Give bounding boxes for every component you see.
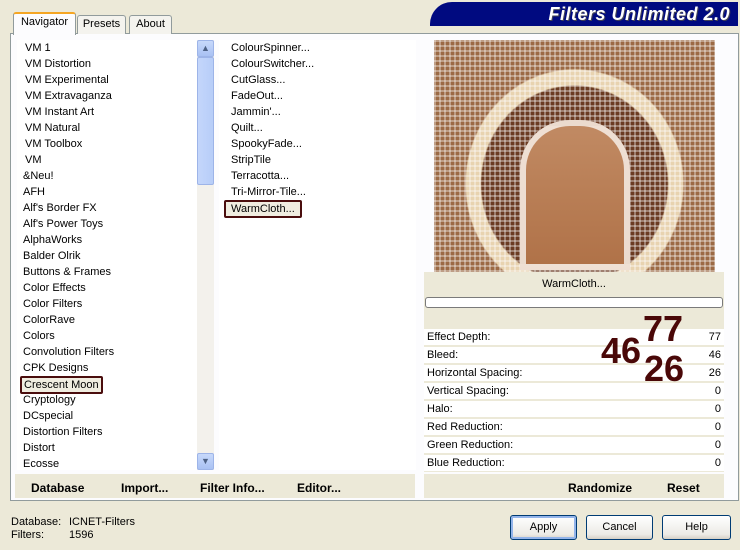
category-item[interactable]: Color Effects <box>23 281 86 295</box>
overlay-value-effect-depth: 77 <box>643 308 684 349</box>
parameter-label: Red Reduction: <box>427 421 503 433</box>
parameter-slider[interactable]: Blue Reduction: 0 <box>424 455 724 472</box>
category-item[interactable]: VM Extravaganza <box>25 89 112 103</box>
filter-item[interactable]: FadeOut... <box>231 89 283 103</box>
category-item[interactable]: Distortion Filters <box>23 425 102 439</box>
category-item[interactable]: DCspecial <box>23 409 73 423</box>
filter-item[interactable]: ColourSwitcher... <box>231 57 314 71</box>
filter-item[interactable]: StripTile <box>231 153 271 167</box>
parameter-label: Green Reduction: <box>427 439 514 451</box>
parameter-label: Blue Reduction: <box>427 457 505 469</box>
filter-list[interactable]: ColourSpinner... ColourSwitcher... CutGlas… <box>219 40 416 470</box>
parameter-slider[interactable]: Red Reduction: 0 <box>424 419 724 436</box>
category-item[interactable]: Cryptology <box>23 393 76 407</box>
category-item[interactable]: CPK Designs <box>23 361 88 375</box>
tab-navigator[interactable]: Navigator <box>13 12 76 35</box>
help-button[interactable]: Help <box>662 515 731 540</box>
category-item[interactable]: Buttons & Frames <box>23 265 111 279</box>
parameter-value: 77 <box>708 331 721 343</box>
parameter-value: 46 <box>708 349 721 361</box>
editor-button[interactable]: Editor... <box>297 481 341 495</box>
parameter-slider[interactable]: Halo: 0 <box>424 401 724 418</box>
filter-item[interactable]: SpookyFade... <box>231 137 302 151</box>
category-item[interactable]: VM Instant Art <box>25 105 94 119</box>
scroll-down-icon[interactable]: ▼ <box>197 453 214 470</box>
category-scrollbar[interactable]: ▲ ▼ <box>197 40 214 470</box>
scroll-up-icon[interactable]: ▲ <box>197 40 214 57</box>
filter-item[interactable]: Jammin'... <box>231 105 281 119</box>
parameter-value: 0 <box>714 421 721 433</box>
category-list[interactable]: VM 1 VM Distortion VM Experimental VM Extra… <box>17 40 197 470</box>
status-database-label: Database: <box>11 516 62 528</box>
tab-about[interactable]: About <box>129 15 172 34</box>
category-item[interactable]: Crescent Moon <box>20 376 103 394</box>
status-database-value: ICNET-Filters <box>69 516 135 528</box>
parameter-label: Bleed: <box>427 349 459 361</box>
category-item[interactable]: AlphaWorks <box>23 233 82 247</box>
overlay-value-horizontal-spacing: 26 <box>644 348 685 389</box>
category-item[interactable]: Distort <box>23 441 55 455</box>
parameter-value: 0 <box>714 385 721 397</box>
category-item[interactable]: Alf's Power Toys <box>23 217 103 231</box>
category-item[interactable]: VM Toolbox <box>25 137 82 151</box>
filter-item[interactable]: CutGlass... <box>231 73 285 87</box>
parameter-slider[interactable]: Green Reduction: 0 <box>424 437 724 454</box>
overlay-value-bleed: 46 <box>601 330 642 371</box>
filter-item[interactable]: Terracotta... <box>231 169 289 183</box>
category-item[interactable]: Balder Olrik <box>23 249 80 263</box>
filter-item[interactable]: ColourSpinner... <box>231 41 310 55</box>
category-item[interactable]: VM 1 <box>25 41 51 55</box>
category-item[interactable]: AFH <box>23 185 45 199</box>
category-item[interactable]: &Neu! <box>23 169 54 183</box>
filter-item[interactable]: Quilt... <box>231 121 263 135</box>
import-button[interactable]: Import... <box>121 481 168 495</box>
status-filters-label: Filters: <box>11 529 44 541</box>
category-item[interactable]: VM Distortion <box>25 57 91 71</box>
filter-info-button[interactable]: Filter Info... <box>200 481 265 495</box>
filter-item[interactable]: Tri-Mirror-Tile... <box>231 185 306 199</box>
status-filters-value: 1596 <box>69 529 94 541</box>
parameter-label: Effect Depth: <box>427 331 491 343</box>
category-item[interactable]: Convolution Filters <box>23 345 114 359</box>
parameter-label: Vertical Spacing: <box>427 385 509 397</box>
parameter-value: 0 <box>714 403 721 415</box>
app-title-banner: Filters Unlimited 2.0 <box>430 2 738 26</box>
scroll-thumb[interactable] <box>197 57 214 185</box>
tab-presets[interactable]: Presets <box>77 15 126 34</box>
filter-item[interactable]: WarmCloth... <box>224 200 302 218</box>
category-item[interactable]: VM Experimental <box>25 73 109 87</box>
reset-button[interactable]: Reset <box>667 481 700 495</box>
parameter-value: 26 <box>708 367 721 379</box>
category-item[interactable]: Ecosse <box>23 457 59 471</box>
category-item[interactable]: Color Filters <box>23 297 82 311</box>
category-item[interactable]: VM <box>25 153 42 167</box>
parameter-value: 0 <box>714 457 721 469</box>
cancel-button[interactable]: Cancel <box>586 515 653 540</box>
preview-subject <box>520 120 630 270</box>
category-item[interactable]: VM Natural <box>25 121 80 135</box>
preview-caption: WarmCloth... <box>542 278 606 290</box>
parameter-label: Halo: <box>427 403 453 415</box>
category-item[interactable]: ColorRave <box>23 313 75 327</box>
randomize-button[interactable]: Randomize <box>568 481 632 495</box>
category-item[interactable]: Colors <box>23 329 55 343</box>
parameter-value: 0 <box>714 439 721 451</box>
progress-bar <box>425 297 723 308</box>
parameter-label: Horizontal Spacing: <box>427 367 523 379</box>
category-item[interactable]: Alf's Border FX <box>23 201 97 215</box>
apply-button[interactable]: Apply <box>510 515 577 540</box>
database-button[interactable]: Database <box>31 481 84 495</box>
